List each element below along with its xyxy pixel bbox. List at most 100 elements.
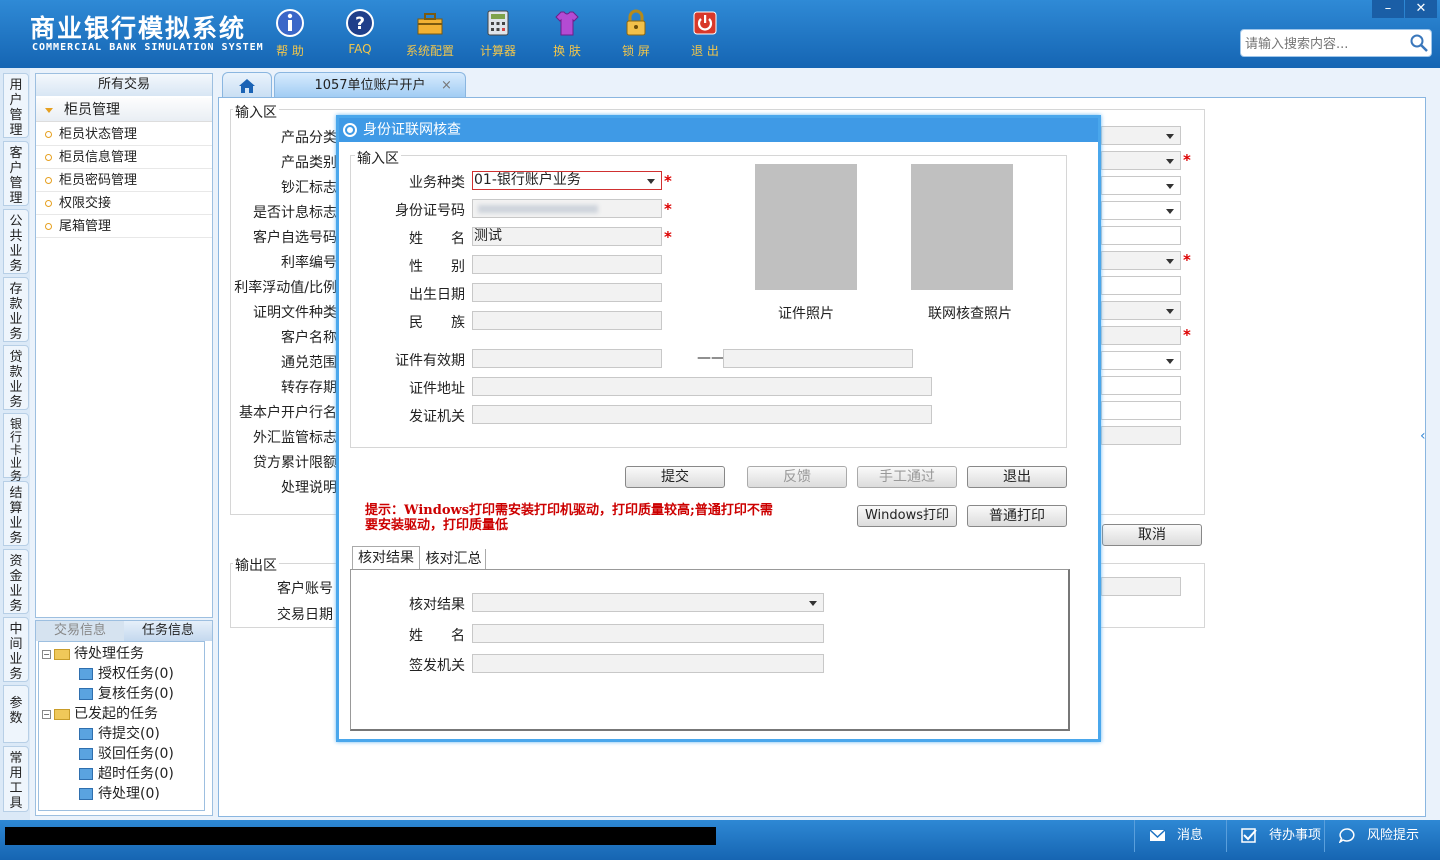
menu-item-teller-info[interactable]: 柜员信息管理 — [36, 146, 212, 169]
tree-node-authorization[interactable]: 授权任务(0) — [79, 663, 174, 683]
teller-management-group[interactable]: 柜员管理 — [36, 98, 212, 122]
tree-node-review[interactable]: 复核任务(0) — [79, 683, 174, 703]
expand-arrow-icon — [45, 108, 53, 113]
change-skin-button[interactable]: 换 肤 — [532, 8, 602, 59]
category-bank-card-business[interactable]: 银行卡业务 — [3, 413, 29, 483]
main-tabbar: 1057单位账户开户 × — [218, 72, 1440, 98]
id-number-input[interactable] — [472, 199, 662, 218]
menu-item-teller-password[interactable]: 柜员密码管理 — [36, 169, 212, 192]
windows-print-button[interactable]: Windows打印 — [857, 505, 957, 527]
basic-bank-input[interactable] — [1101, 401, 1181, 420]
search-input[interactable] — [1245, 34, 1405, 54]
issuer-input[interactable] — [472, 405, 932, 424]
field-label-rollover-term: 转存存期 — [281, 380, 337, 396]
label-check-result: 核对结果 — [409, 597, 465, 613]
close-window-button[interactable]: ✕ — [1405, 0, 1437, 18]
help-icon: ? — [346, 9, 374, 37]
category-loan-business[interactable]: 贷款业务 — [3, 345, 29, 410]
rate-code-select[interactable] — [1101, 251, 1181, 270]
rollover-term-input[interactable] — [1101, 376, 1181, 395]
tab-check-result[interactable]: 核对结果 — [352, 546, 420, 569]
redacted-id-number — [478, 205, 598, 213]
birth-date-input[interactable] — [472, 283, 662, 302]
gender-input[interactable] — [472, 255, 662, 274]
menu-item-cash-box[interactable]: 尾箱管理 — [36, 215, 212, 238]
tab-task-info[interactable]: 任务信息 — [124, 621, 212, 641]
validity-end-input[interactable] — [723, 349, 913, 368]
tab-transaction-info[interactable]: 交易信息 — [36, 621, 124, 641]
check-result-select[interactable] — [472, 593, 824, 612]
validity-start-input[interactable] — [472, 349, 662, 368]
category-user-management[interactable]: 用户管理 — [3, 73, 29, 138]
help-button[interactable]: 帮 助 — [255, 8, 325, 59]
tab-check-summary[interactable]: 核对汇总 — [422, 549, 486, 569]
name-input[interactable]: 测试 — [472, 227, 662, 246]
tree-node-timeout[interactable]: 超时任务(0) — [79, 763, 174, 783]
exit-app-button[interactable]: 退 出 — [670, 8, 740, 59]
category-deposit-business[interactable]: 存款业务 — [3, 277, 29, 342]
category-parameters[interactable]: 参数 — [3, 685, 29, 743]
address-input[interactable] — [472, 377, 932, 396]
required-mark: * — [1183, 251, 1191, 269]
product-category-select[interactable] — [1101, 126, 1181, 145]
tab-close-icon[interactable]: × — [441, 73, 452, 99]
brand-subtitle: COMMERCIAL BANK SIMULATION SYSTEM — [32, 42, 264, 53]
exchange-scope-select[interactable] — [1101, 351, 1181, 370]
dialog-app-icon — [343, 123, 357, 137]
calculator-button[interactable]: 计算器 — [463, 8, 533, 59]
manual-pass-button[interactable]: 手工通过 — [857, 466, 957, 488]
minimize-button[interactable]: – — [1372, 0, 1404, 18]
risk-alert-button[interactable]: 风险提示 — [1324, 820, 1440, 852]
tab-home[interactable] — [222, 72, 272, 98]
rate-float-input[interactable] — [1101, 276, 1181, 295]
product-type-select[interactable] — [1101, 151, 1181, 170]
normal-print-button[interactable]: 普通打印 — [967, 505, 1067, 527]
category-customer-management[interactable]: 客户管理 — [3, 141, 29, 206]
category-intermediary-business[interactable]: 中间业务 — [3, 617, 29, 682]
todo-button[interactable]: 待办事项 — [1226, 820, 1324, 852]
category-fund-business[interactable]: 资金业务 — [3, 549, 29, 614]
feedback-button[interactable]: 反馈 — [747, 466, 847, 488]
submit-button[interactable]: 提交 — [625, 466, 725, 488]
collapse-panel-icon[interactable]: ‹ — [1420, 428, 1426, 444]
biz-type-select[interactable]: 01-银行账户业务 — [472, 171, 662, 190]
menu-item-permission-handover[interactable]: 权限交接 — [36, 192, 212, 215]
lock-icon — [626, 9, 646, 36]
category-settlement-business[interactable]: 结算业务 — [3, 481, 29, 546]
category-public-business[interactable]: 公共业务 — [3, 209, 29, 274]
proof-document-select[interactable] — [1101, 301, 1181, 320]
tree-node-to-process[interactable]: 待处理(0) — [79, 783, 160, 803]
transaction-tree-panel: 所有交易 柜员管理 柜员状态管理 柜员信息管理 柜员密码管理 权限交接 尾箱管理 — [35, 73, 213, 618]
system-config-button[interactable]: 系统配置 — [395, 8, 465, 59]
customer-name-input[interactable] — [1101, 326, 1181, 345]
custom-number-input[interactable] — [1101, 226, 1181, 245]
lock-screen-button[interactable]: 锁 屏 — [601, 8, 671, 59]
shirt-icon — [555, 11, 579, 36]
tree-node-pending[interactable]: − 待处理任务 — [42, 643, 144, 663]
faq-button[interactable]: ? FAQ — [325, 8, 395, 56]
menu-item-teller-status[interactable]: 柜员状态管理 — [36, 123, 212, 146]
interest-flag-select[interactable] — [1101, 201, 1181, 220]
collapse-icon: − — [42, 649, 51, 659]
system-config-label: 系统配置 — [405, 44, 454, 58]
task-icon — [79, 668, 93, 680]
field-label-fx-supervision: 外汇监管标志 — [253, 430, 337, 446]
tree-node-to-submit[interactable]: 待提交(0) — [79, 723, 160, 743]
dialog-input-legend: 输入区 — [355, 148, 401, 168]
field-label-interest-flag: 是否计息标志 — [253, 205, 337, 221]
tree-node-rejected[interactable]: 驳回任务(0) — [79, 743, 174, 763]
exit-dialog-button[interactable]: 退出 — [967, 466, 1067, 488]
field-label-trade-date: 交易日期 — [277, 607, 333, 623]
search-icon[interactable] — [1409, 33, 1429, 53]
category-common-tools[interactable]: 常用工具 — [3, 746, 29, 812]
messages-button[interactable]: 消息 — [1134, 820, 1226, 852]
tab-1057-account-open[interactable]: 1057单位账户开户 × — [274, 72, 466, 98]
cash-remit-select[interactable] — [1101, 176, 1181, 195]
ethnicity-input[interactable] — [472, 311, 662, 330]
cancel-button[interactable]: 取消 — [1102, 524, 1202, 546]
required-mark: * — [1183, 151, 1191, 169]
field-label-rate-code: 利率编号 — [281, 255, 337, 271]
fx-supervision-input[interactable] — [1101, 426, 1181, 445]
tree-node-initiated[interactable]: − 已发起的任务 — [42, 703, 158, 723]
label-address: 证件地址 — [409, 381, 465, 397]
